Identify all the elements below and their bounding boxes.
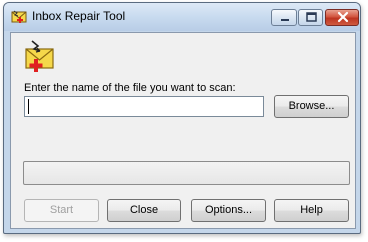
minimize-button[interactable] — [271, 9, 297, 26]
window-close-button[interactable] — [325, 9, 359, 26]
file-path-input[interactable] — [24, 96, 264, 117]
maximize-icon — [306, 12, 317, 22]
browse-button[interactable]: Browse... — [274, 95, 349, 118]
maximize-button[interactable] — [298, 9, 323, 26]
file-prompt-label: Enter the name of the file you want to s… — [24, 82, 236, 94]
help-button[interactable]: Help — [274, 199, 349, 222]
close-icon — [337, 11, 349, 23]
close-button[interactable]: Close — [107, 199, 181, 222]
window-title: Inbox Repair Tool — [32, 9, 126, 23]
text-caret — [28, 99, 29, 114]
inbox-repair-window: Inbox Repair Tool Enter the name of the … — [3, 2, 361, 234]
envelope-repair-icon — [11, 10, 27, 23]
title-bar[interactable]: Inbox Repair Tool — [4, 3, 360, 31]
dialog-body: Enter the name of the file you want to s… — [10, 32, 356, 229]
scan-progress-bar — [23, 161, 350, 185]
envelope-repair-icon — [25, 40, 54, 72]
options-button[interactable]: Options... — [191, 199, 266, 222]
minimize-icon — [281, 19, 289, 21]
start-button[interactable]: Start — [24, 199, 99, 222]
